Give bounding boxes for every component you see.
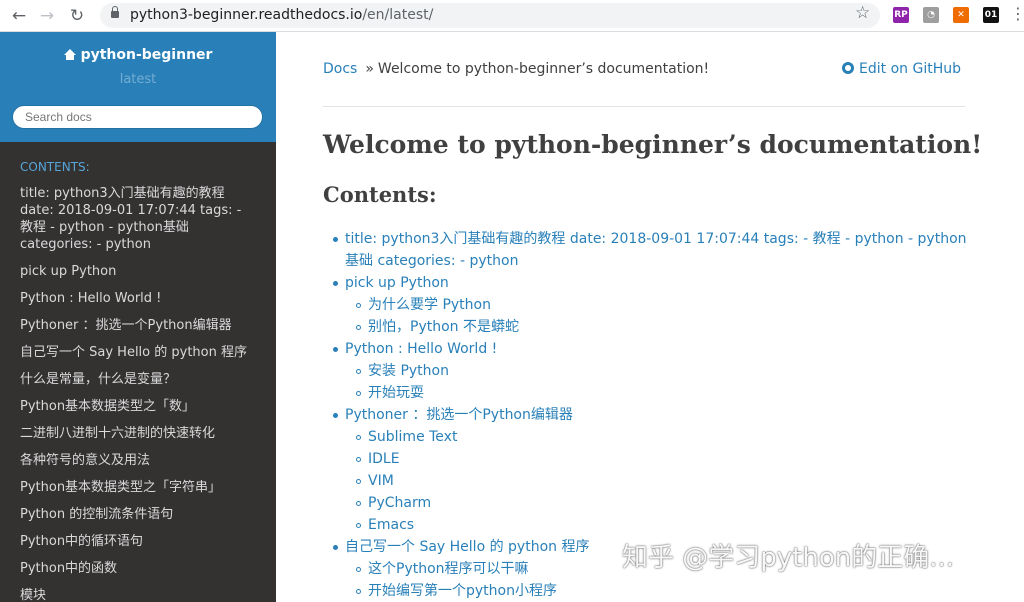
edit-on-github-label: Edit on GitHub — [859, 61, 961, 77]
sidebar-toc-item[interactable]: 各种符号的意义及用法 — [0, 449, 276, 473]
breadcrumb-separator: » — [365, 61, 374, 77]
sidebar-toc-item[interactable]: 自己写一个 Say Hello 的 python 程序 — [0, 341, 276, 365]
sidebar-toc-item[interactable]: Python基本数据类型之「字符串」 — [0, 476, 276, 500]
toc-link[interactable]: Pythoner ：挑选一个Python编辑器 — [331, 404, 971, 426]
sidebar-toc-item[interactable]: pick up Python — [0, 260, 276, 284]
sidebar-toc-item[interactable]: Python中的循环语句 — [0, 530, 276, 554]
toc-sublink[interactable]: 安装 Python — [354, 360, 971, 382]
url-text[interactable]: python3-beginner.readthedocs.io/en/lates… — [130, 7, 433, 23]
sidebar-toc-item[interactable]: Python中的函数 — [0, 557, 276, 581]
url-path: /en/latest/ — [362, 7, 434, 23]
sidebar-toc-item[interactable]: Pythoner ：挑选一个Python编辑器 — [0, 314, 276, 338]
toc-sublink[interactable]: 为什么要学 Python — [354, 294, 971, 316]
bookmark-star-icon[interactable]: ☆ — [855, 3, 870, 23]
toc-link[interactable]: title: python3入门基础有趣的教程 date: 2018-09-01… — [331, 228, 971, 272]
project-name: python-beginner — [80, 47, 213, 63]
sidebar-toc: title: python3入门基础有趣的教程 date: 2018-09-01… — [0, 182, 276, 602]
toc-sublink[interactable]: VIM — [354, 470, 971, 492]
breadcrumb-docs-link[interactable]: Docs — [323, 61, 357, 77]
toc-sublink[interactable]: 开始玩耍 — [354, 382, 971, 404]
divider — [323, 106, 965, 107]
search-docs-input[interactable] — [12, 105, 263, 129]
forward-icon[interactable]: → — [36, 5, 58, 27]
url-host: python3-beginner.readthedocs.io — [130, 7, 363, 23]
orange-extension-icon[interactable]: ✕ — [953, 7, 969, 23]
main-content: Docs» Welcome to python-beginner’s docume… — [276, 32, 1024, 602]
sidebar-toc-item[interactable]: Python : Hello World ! — [0, 287, 276, 311]
sidebar-toc-item[interactable]: Python基本数据类型之「数」 — [0, 395, 276, 419]
back-icon[interactable]: ← — [8, 5, 30, 27]
reload-icon[interactable]: ↻ — [66, 5, 88, 27]
sidebar-toc-item[interactable]: 二进制八进制十六进制的快速转化 — [0, 422, 276, 446]
contents-heading: Contents: — [323, 182, 437, 207]
rp-extension-icon[interactable]: RP — [893, 7, 909, 23]
sidebar-toc-item[interactable]: title: python3入门基础有趣的教程 date: 2018-09-01… — [0, 182, 276, 257]
page-title: Welcome to python-beginner’s documentati… — [323, 130, 983, 159]
sidebar-toc-item[interactable]: Python 的控制流条件语句 — [0, 503, 276, 527]
toc-sublink[interactable]: 别怕，Python 不是蟒蛇 — [354, 316, 971, 338]
browser-menu-icon[interactable]: ⋮ — [1010, 4, 1024, 23]
toc-sublink[interactable]: Emacs — [354, 514, 971, 536]
project-home-link[interactable]: python-beginner — [0, 47, 276, 63]
breadcrumb: Docs » Welcome to python-beginner’s docume… — [323, 61, 709, 77]
toc-sublink[interactable]: 开始编写第一个python小程序 — [354, 580, 971, 602]
browser-toolbar: ← → ↻ python3-beginner.readthedocs.io/en… — [0, 0, 1024, 32]
toc-sublink[interactable]: IDLE — [354, 448, 971, 470]
toc-link[interactable]: Python : Hello World ! — [331, 338, 971, 360]
home-icon — [63, 49, 76, 60]
sidebar-toc-item[interactable]: 模块 — [0, 584, 276, 602]
github-icon — [842, 62, 855, 74]
contents-caption: CONTENTS: — [20, 160, 90, 174]
sidebar-header: python-beginner latest — [0, 32, 276, 142]
breadcrumb-current: Welcome to python-beginner’s documentati… — [377, 61, 710, 77]
docs-sidebar: python-beginner latest CONTENTS: title: … — [0, 32, 276, 602]
lock-icon — [111, 6, 119, 18]
sidebar-toc-item[interactable]: 什么是常量，什么是变量？ — [0, 368, 276, 392]
ghost-extension-icon[interactable]: ◔ — [923, 7, 939, 23]
edit-on-github-link[interactable]: Edit on GitHub — [842, 61, 961, 77]
toc-sublink[interactable]: Sublime Text — [354, 426, 971, 448]
address-bar[interactable]: python3-beginner.readthedocs.io/en/lates… — [100, 3, 880, 28]
toc-link[interactable]: pick up Python — [331, 272, 971, 294]
toc-sublink[interactable]: PyCharm — [354, 492, 971, 514]
01-extension-icon[interactable]: 01 — [983, 7, 999, 23]
zhihu-watermark: 知乎 @学习python的正确... — [622, 543, 955, 573]
version-label: latest — [119, 72, 157, 87]
